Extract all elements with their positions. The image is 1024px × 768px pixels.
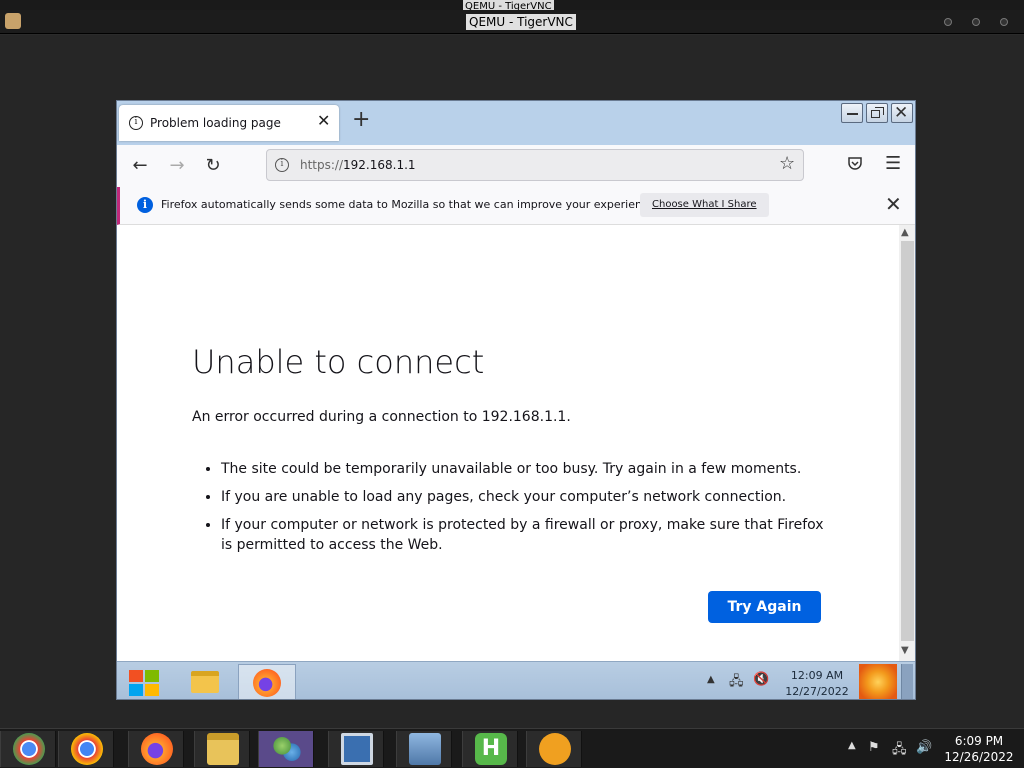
chrome-icon <box>71 733 103 765</box>
error-suggestions: The site could be temporarily unavailabl… <box>207 459 827 563</box>
guest-clock[interactable]: 12:09 AM 12/27/2022 <box>783 668 851 699</box>
taskbar-chromium[interactable] <box>0 731 56 767</box>
vnc-maximize-button[interactable] <box>972 18 980 26</box>
tab-strip: i Problem loading page ✕ + ✕ <box>117 101 915 145</box>
network-icon <box>271 733 303 765</box>
notification-bar: i Firefox automatically sends some data … <box>117 187 915 225</box>
minimize-button[interactable] <box>841 103 863 123</box>
taskbar-firefox[interactable] <box>238 664 296 699</box>
error-page: Unable to connect An error occurred duri… <box>117 225 899 661</box>
restore-button[interactable] <box>866 103 888 123</box>
firefox-icon <box>253 669 281 697</box>
taskbar-installer[interactable] <box>396 731 452 767</box>
network-icon[interactable]: 🖧 <box>729 672 744 694</box>
info-icon: i <box>137 197 153 213</box>
vnc-window-title: QEMU - TigerVNC <box>466 14 576 30</box>
error-description: An error occurred during a connection to… <box>192 409 571 425</box>
hamburger-menu-icon[interactable]: ☰ <box>885 153 901 174</box>
network-icon[interactable]: 🖧 <box>892 740 907 762</box>
wallpaper-thumbnail <box>859 664 897 699</box>
tray-expand-icon[interactable]: ▲ <box>848 740 856 751</box>
chromium-icon <box>13 733 45 765</box>
info-icon: i <box>129 116 143 130</box>
host-taskbar: H ▲ ⚑ 🖧 🔊 6:09 PM 12/26/2022 <box>0 728 1024 768</box>
nav-toolbar: ← → ↻ i https:// 192.168.1.1 ☆ ☰ <box>117 145 915 187</box>
scroll-down-icon[interactable]: ▼ <box>901 645 909 656</box>
list-item: The site could be temporarily unavailabl… <box>221 459 827 479</box>
try-again-button[interactable]: Try Again <box>708 591 821 623</box>
volume-icon[interactable]: 🔊 <box>916 740 932 755</box>
remote-desktop-icon <box>341 733 373 765</box>
hoster-icon: H <box>475 733 507 765</box>
url-scheme: https:// <box>300 158 344 172</box>
list-item: If you are unable to load any pages, che… <box>221 487 827 507</box>
tab-title: Problem loading page <box>150 116 281 130</box>
host-date: 12/26/2022 <box>944 750 1014 764</box>
show-desktop-button[interactable] <box>901 664 913 699</box>
tray-expand-icon[interactable]: ▲ <box>707 674 715 685</box>
new-tab-button[interactable]: + <box>352 109 370 131</box>
notification-text: Firefox automatically sends some data to… <box>161 198 659 211</box>
taskbar-hoster[interactable]: H <box>462 731 518 767</box>
vnc-close-button[interactable] <box>1000 18 1008 26</box>
scroll-up-icon[interactable]: ▲ <box>901 227 909 238</box>
tab-problem-loading[interactable]: i Problem loading page ✕ <box>119 105 339 141</box>
tab-close-icon[interactable]: ✕ <box>317 113 330 129</box>
volume-muted-icon[interactable]: 🔇 <box>753 672 769 687</box>
guest-date: 12/27/2022 <box>785 685 849 698</box>
reload-button[interactable]: ↻ <box>199 153 227 179</box>
url-host: 192.168.1.1 <box>343 158 416 172</box>
guest-taskbar: ▲ 🖧 🔇 12:09 AM 12/27/2022 <box>117 661 915 699</box>
bookmark-star-icon[interactable]: ☆ <box>779 153 795 174</box>
tigervnc-icon <box>5 13 21 29</box>
taskbar-tigervnc[interactable] <box>526 731 582 767</box>
taskbar-chrome[interactable] <box>58 731 114 767</box>
notification-close-icon[interactable]: ✕ <box>885 192 902 216</box>
scrollbar[interactable]: ▲ ▼ <box>899 225 915 661</box>
file-explorer-icon <box>191 671 219 693</box>
url-bar[interactable]: i https:// 192.168.1.1 ☆ <box>266 149 804 181</box>
list-item: If your computer or network is protected… <box>221 515 827 555</box>
firefox-icon <box>141 733 173 765</box>
back-button[interactable]: ← <box>126 153 154 179</box>
file-manager-icon <box>207 733 239 765</box>
scroll-thumb[interactable] <box>901 241 914 641</box>
taskbar-remote-desktop[interactable] <box>328 731 384 767</box>
browser-window: i Problem loading page ✕ + ✕ ← → ↻ i htt… <box>116 100 916 700</box>
page-title: Unable to connect <box>192 343 485 381</box>
forward-button[interactable]: → <box>163 153 191 179</box>
vnc-minimize-button[interactable] <box>944 18 952 26</box>
taskbar-file-manager[interactable] <box>194 731 250 767</box>
vnc-outer-title: QEMU - TigerVNC <box>463 0 554 10</box>
taskbar-network[interactable] <box>258 731 314 767</box>
site-info-icon[interactable]: i <box>275 158 289 172</box>
start-button[interactable] <box>119 664 177 699</box>
host-clock[interactable]: 6:09 PM 12/26/2022 <box>944 733 1014 765</box>
host-time: 6:09 PM <box>954 734 1004 748</box>
tigervnc-icon <box>539 733 571 765</box>
start-icon <box>129 670 159 696</box>
action-center-flag-icon[interactable]: ⚑ <box>868 740 880 755</box>
installer-icon <box>409 733 441 765</box>
pocket-icon[interactable] <box>847 155 863 175</box>
close-window-button[interactable]: ✕ <box>891 103 913 123</box>
choose-what-i-share-button[interactable]: Choose What I Share <box>640 193 769 217</box>
taskbar-firefox-host[interactable] <box>128 731 184 767</box>
guest-time: 12:09 AM <box>790 669 844 682</box>
taskbar-file-explorer[interactable] <box>177 664 235 699</box>
